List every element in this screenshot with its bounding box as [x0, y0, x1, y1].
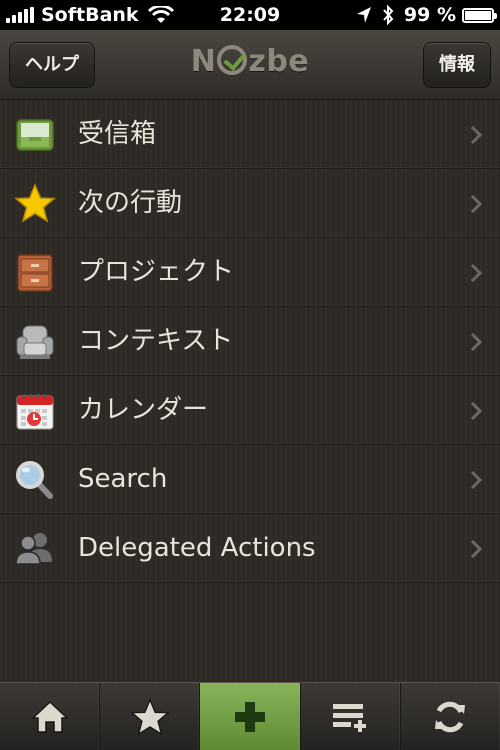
battery-percent: 99 %: [403, 4, 456, 26]
menu-item-search[interactable]: Search: [0, 445, 500, 514]
menu-item-label: 次の行動: [78, 188, 183, 218]
battery-fill: [465, 10, 491, 20]
armchair-icon: [16, 325, 54, 359]
menu-item-calendar[interactable]: カレンダー: [0, 376, 500, 445]
tab-starred[interactable]: [100, 683, 201, 750]
plus-icon: [235, 701, 265, 732]
chevron-right-icon: [470, 332, 482, 352]
info-button[interactable]: 情報: [423, 42, 491, 88]
tab-bar: [0, 682, 500, 750]
tab-sync[interactable]: [401, 683, 500, 750]
menu-item-contexts[interactable]: コンテキスト: [0, 307, 500, 376]
inbox-tray-icon: [16, 119, 54, 151]
tab-add[interactable]: [200, 683, 301, 750]
status-bar: SoftBank 22:09 99 %: [0, 0, 500, 30]
chevron-right-icon: [470, 539, 482, 559]
menu-item-label: Search: [78, 464, 168, 494]
sync-icon: [435, 701, 466, 732]
logo-letters-zbe: zbe: [248, 44, 310, 79]
chevron-right-icon: [470, 263, 482, 283]
logo-check-icon: [217, 45, 248, 75]
battery-icon: [462, 7, 497, 23]
home-icon: [30, 700, 69, 733]
menu-item-next-actions[interactable]: 次の行動: [0, 169, 500, 238]
list-add-icon: [333, 703, 367, 732]
location-arrow-icon: [356, 7, 371, 23]
chevron-right-icon: [470, 401, 482, 421]
tab-home[interactable]: [0, 683, 101, 750]
main-menu-list: 受信箱 次の行動 プロジェクト コンテキスト カレンダー Search Dele…: [0, 100, 500, 682]
calendar-icon: [16, 394, 54, 430]
drawer-cabinet-icon: [17, 254, 53, 292]
tab-add-list[interactable]: [301, 683, 401, 750]
logo-letter-n: N: [190, 44, 217, 79]
magnifier-icon: [16, 461, 53, 499]
menu-item-label: 受信箱: [78, 119, 157, 149]
star-icon: [129, 697, 170, 736]
menu-item-label: Delegated Actions: [78, 533, 316, 563]
menu-item-inbox[interactable]: 受信箱: [0, 100, 500, 169]
chevron-right-icon: [470, 470, 482, 490]
chevron-right-icon: [470, 125, 482, 145]
status-right: 99 %: [356, 4, 497, 26]
people-icon: [15, 533, 52, 565]
bluetooth-icon: [383, 5, 394, 25]
navigation-bar: ヘルプ Nzbe 情報: [0, 30, 500, 100]
menu-item-delegated[interactable]: Delegated Actions: [0, 514, 500, 583]
menu-item-label: コンテキスト: [78, 326, 234, 356]
menu-item-projects[interactable]: プロジェクト: [0, 238, 500, 307]
menu-item-label: プロジェクト: [78, 257, 235, 287]
chevron-right-icon: [470, 194, 482, 214]
menu-item-label: カレンダー: [78, 395, 209, 425]
star-icon: [14, 183, 56, 223]
